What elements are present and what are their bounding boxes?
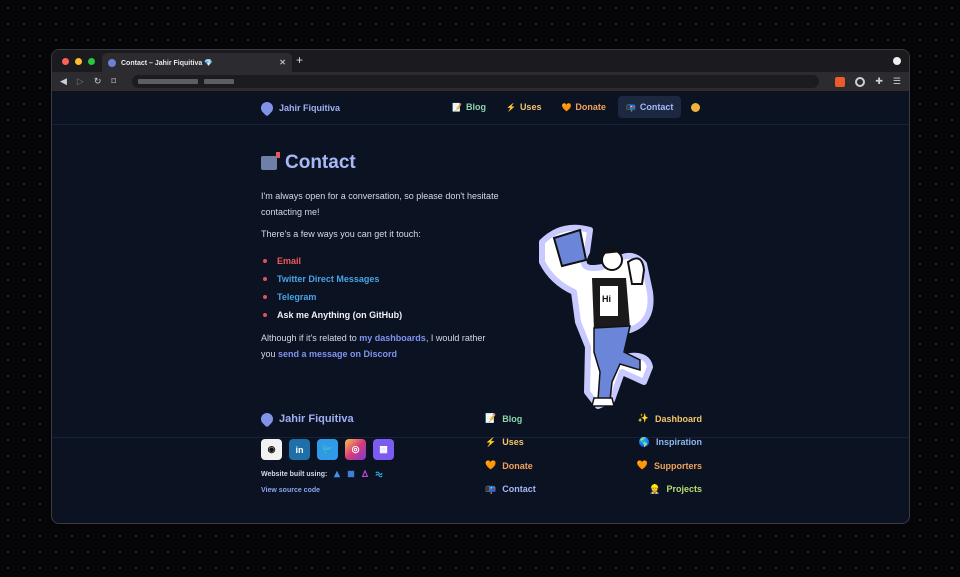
nav-label: Blog [465, 102, 486, 112]
contact-links: Email Twitter Direct Messages Telegram A… [261, 252, 501, 324]
redacted-url [138, 79, 199, 84]
bookmark-icon[interactable]: ⌑ [111, 76, 116, 87]
contentlayer-icon[interactable] [361, 470, 369, 478]
twitter-icon[interactable]: 🐦 [317, 439, 338, 460]
footer-link-label: Donate [502, 460, 533, 471]
footer-link-label: Inspiration [655, 437, 702, 448]
website: Jahir Fiquitiva 📝 Blog ⚡ Uses 🧡 Donate 📭 [52, 92, 909, 523]
logo-icon [258, 410, 276, 428]
heart-icon: 🧡 [561, 102, 572, 112]
footer-link-inspiration[interactable]: 🌎 Inspiration [580, 431, 702, 455]
profile-icon[interactable] [893, 57, 901, 65]
footer-brand-name: Jahir Fiquitiva [279, 413, 354, 425]
lightning-icon: ⚡ [485, 436, 497, 447]
menu-icon[interactable]: ☰ [893, 76, 901, 87]
footer-column-2: ✨ Dashboard 🌎 Inspiration 🧡 Supporters 👷… [580, 407, 702, 501]
social-links: ◉ in 🐦 ◎ ▦ [261, 439, 394, 460]
built-with-label: Website built using: [261, 470, 328, 478]
footer-link-label: Projects [666, 484, 702, 495]
new-tab-button[interactable]: + [296, 53, 303, 67]
footer-link-label: Blog [502, 413, 523, 424]
tab-bar: Contact – Jahir Fiquitiva 💎 ✕ + [52, 50, 909, 72]
discord-link[interactable]: send a message on Discord [278, 349, 397, 359]
page-title: Contact [261, 152, 501, 174]
tab-title: Contact – Jahir Fiquitiva 💎 [121, 59, 213, 67]
extensions-icon[interactable]: ✚ [875, 76, 883, 87]
minimize-window-button[interactable] [75, 57, 82, 65]
footer-link-label: Supporters [653, 460, 702, 471]
ways-text: There's a few ways you can get it touch: [261, 229, 421, 239]
polywork-icon[interactable]: ▦ [373, 439, 394, 460]
brave-shield-icon[interactable] [835, 76, 846, 87]
nextjs-icon[interactable] [347, 470, 355, 478]
shirt-text: Hi [602, 294, 611, 304]
built-with: Website built using: [261, 470, 383, 478]
vercel-icon[interactable] [333, 470, 341, 478]
footer-link-label: Dashboard [654, 413, 702, 424]
theme-toggle-icon[interactable] [691, 102, 701, 112]
twitter-dm-link[interactable]: Twitter Direct Messages [261, 270, 501, 288]
footer-link-label: Uses [502, 437, 524, 448]
brand-link[interactable]: Jahir Fiquitiva [258, 99, 341, 117]
memo-icon: 📝 [452, 102, 462, 112]
nav-contact[interactable]: 📭 Contact [617, 96, 682, 118]
outro-text: Although if it's related to my dashboard… [261, 330, 501, 362]
back-icon[interactable]: ◀ [60, 76, 67, 87]
selfie-illustration: Hi [539, 224, 654, 409]
instagram-icon[interactable]: ◎ [345, 439, 366, 460]
globe-icon: 🌎 [638, 436, 650, 447]
footer-brand[interactable]: Jahir Fiquitiva [258, 410, 354, 428]
main-nav: 📝 Blog ⚡ Uses 🧡 Donate 📭 Contact [444, 96, 701, 118]
intro-text: I'm always open for a conversation, so p… [261, 191, 499, 217]
mailbox-icon: 📭 [485, 483, 497, 494]
ask-me-anything-link[interactable]: Ask me Anything (on GitHub) [261, 306, 501, 324]
nav-label: Donate [575, 102, 606, 112]
footer-link-projects[interactable]: 👷 Projects [580, 478, 702, 502]
nav-label: Uses [519, 102, 542, 112]
linkedin-icon[interactable]: in [289, 439, 310, 460]
footer-link-dashboard[interactable]: ✨ Dashboard [580, 407, 702, 431]
nav-blog[interactable]: 📝 Blog [444, 96, 494, 118]
worker-icon: 👷 [649, 483, 661, 494]
maximize-window-button[interactable] [88, 57, 95, 65]
browser-window: Contact – Jahir Fiquitiva 💎 ✕ + ◀ ▷ ↻ ⌑ … [51, 49, 910, 524]
nav-donate[interactable]: 🧡 Donate [553, 96, 613, 118]
tab-close-icon[interactable]: ✕ [279, 58, 286, 67]
browser-tab[interactable]: Contact – Jahir Fiquitiva 💎 ✕ [102, 53, 292, 72]
nav-uses[interactable]: ⚡ Uses [498, 96, 549, 118]
view-source-link[interactable]: View source code [261, 487, 320, 494]
page-title-text: Contact [285, 152, 356, 173]
memo-icon: 📝 [485, 413, 497, 424]
reload-icon[interactable]: ↻ [94, 76, 102, 87]
browser-toolbar: ◀ ▷ ↻ ⌑ ✚ ☰ [52, 72, 909, 92]
heart-icon: 🧡 [636, 460, 648, 471]
footer-divider [52, 437, 909, 438]
mailbox-icon: 📭 [625, 102, 636, 112]
site-header: Jahir Fiquitiva 📝 Blog ⚡ Uses 🧡 Donate 📭 [52, 92, 909, 125]
close-window-button[interactable] [62, 57, 69, 65]
forward-icon[interactable]: ▷ [77, 76, 84, 87]
footer-link-label: Contact [502, 484, 536, 495]
outro-start: Although if it's related to [261, 333, 360, 343]
account-icon[interactable] [855, 76, 866, 87]
lightning-icon: ⚡ [505, 102, 516, 112]
footer-link-supporters[interactable]: 🧡 Supporters [580, 454, 702, 478]
logo-icon [258, 99, 276, 117]
address-bar[interactable] [132, 75, 820, 88]
contact-content: Contact I'm always open for a conversati… [261, 152, 501, 362]
site-favicon-icon [108, 58, 116, 67]
redacted-url [204, 79, 235, 84]
tailwind-icon[interactable] [375, 470, 383, 478]
nav-label: Contact [639, 102, 674, 112]
github-icon[interactable]: ◉ [261, 439, 282, 460]
dashboards-link[interactable]: my dashboards [359, 333, 426, 343]
window-controls [62, 57, 95, 65]
email-link[interactable]: Email [261, 252, 501, 270]
brand-name: Jahir Fiquitiva [279, 103, 341, 113]
sparkles-icon: ✨ [637, 413, 649, 424]
heart-icon: 🧡 [485, 460, 497, 471]
mailbox-icon [261, 152, 280, 170]
telegram-link[interactable]: Telegram [261, 288, 501, 306]
